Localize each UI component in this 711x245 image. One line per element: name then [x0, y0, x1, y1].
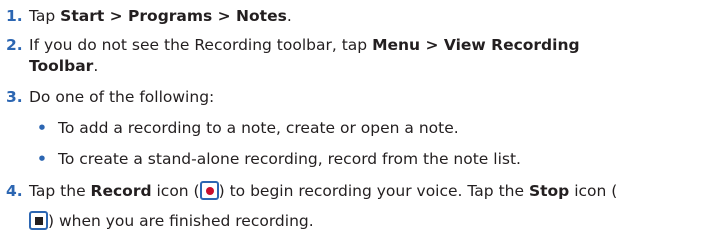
- bullet-icon: •: [37, 119, 47, 137]
- stop-icon: [29, 211, 48, 230]
- menu-path-continued: Toolbar: [29, 57, 94, 75]
- instructions: 1. Tap Start > Programs > Notes. 2. If y…: [0, 0, 711, 245]
- step-number: 4.: [6, 182, 23, 200]
- step-text-mid: icon (: [151, 182, 200, 200]
- stop-label: Stop: [528, 182, 570, 200]
- bullet-text: To add a recording to a note, create or …: [58, 119, 459, 137]
- step-text: Toolbar.: [29, 56, 98, 76]
- bullet-text: To create a stand-alone recording, recor…: [58, 150, 521, 168]
- step-text-pre: Tap the: [29, 182, 91, 200]
- step-text: Tap the Record icon ( ) to begin recordin…: [29, 181, 617, 201]
- step-text-mid: ) to begin recording your voice. Tap the: [218, 182, 529, 200]
- step-text-post: .: [286, 7, 292, 25]
- bullet-icon: •: [37, 150, 47, 168]
- menu-path: Menu > View Recording: [372, 36, 580, 54]
- step-number: 2.: [6, 36, 23, 54]
- record-icon: [199, 181, 219, 200]
- step-text-pre: If you do not see the Recording toolbar,…: [29, 36, 373, 54]
- step-number: 1.: [6, 7, 23, 25]
- stop-square: [35, 217, 43, 225]
- step-number: 3.: [6, 88, 23, 106]
- record-dot: [205, 187, 214, 195]
- step-text-mid: icon (: [569, 182, 618, 200]
- step-text-pre: Tap: [29, 7, 61, 25]
- step-text: Tap Start > Programs > Notes.: [29, 6, 292, 26]
- step-text-post: ) when you are finished recording.: [48, 212, 314, 230]
- record-label: Record: [90, 182, 152, 200]
- menu-path: Start > Programs > Notes: [60, 7, 287, 25]
- step-text: ) when you are finished recording.: [29, 211, 314, 231]
- step-text-post: .: [93, 57, 99, 75]
- step-text: Do one of the following:: [29, 88, 215, 106]
- step-text: If you do not see the Recording toolbar,…: [29, 35, 580, 55]
